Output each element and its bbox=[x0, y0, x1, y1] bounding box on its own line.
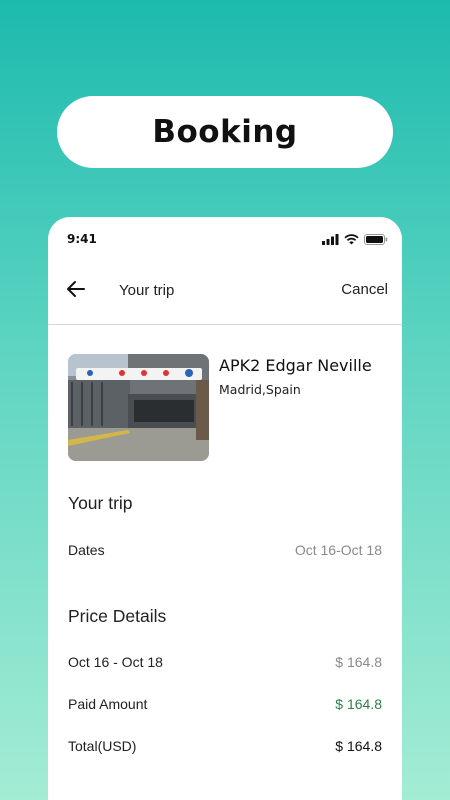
wifi-icon bbox=[344, 234, 359, 245]
price-row-label: Oct 16 - Oct 18 bbox=[68, 654, 163, 670]
booking-banner: Booking bbox=[57, 96, 393, 168]
total-value: $ 164.8 bbox=[335, 738, 382, 754]
price-row-value: $ 164.8 bbox=[335, 654, 382, 670]
app-bar: Your trip Cancel bbox=[48, 263, 402, 325]
dates-value: Oct 16-Oct 18 bbox=[294, 542, 382, 558]
listing-name: APK2 Edgar Neville bbox=[219, 356, 372, 375]
phone-screen: 9:41 Your trip Cancel APK2 Edgar Neville… bbox=[48, 217, 402, 800]
signal-icon bbox=[322, 234, 339, 245]
paid-amount-value: $ 164.8 bbox=[335, 696, 382, 712]
total-label: Total(USD) bbox=[68, 738, 137, 754]
dates-label: Dates bbox=[68, 542, 105, 558]
cancel-button[interactable]: Cancel bbox=[341, 281, 388, 298]
status-icons bbox=[322, 234, 388, 245]
your-trip-heading: Your trip bbox=[68, 493, 133, 513]
status-bar: 9:41 bbox=[48, 217, 402, 263]
banner-title: Booking bbox=[152, 114, 298, 150]
listing-location: Madrid,Spain bbox=[219, 382, 301, 397]
arrow-left-icon[interactable] bbox=[64, 277, 88, 301]
price-details-heading: Price Details bbox=[68, 606, 167, 626]
battery-icon bbox=[364, 234, 388, 245]
page-title: Your trip bbox=[119, 282, 175, 299]
listing-photo[interactable] bbox=[68, 354, 209, 461]
paid-amount-label: Paid Amount bbox=[68, 696, 148, 712]
status-time: 9:41 bbox=[67, 232, 97, 246]
